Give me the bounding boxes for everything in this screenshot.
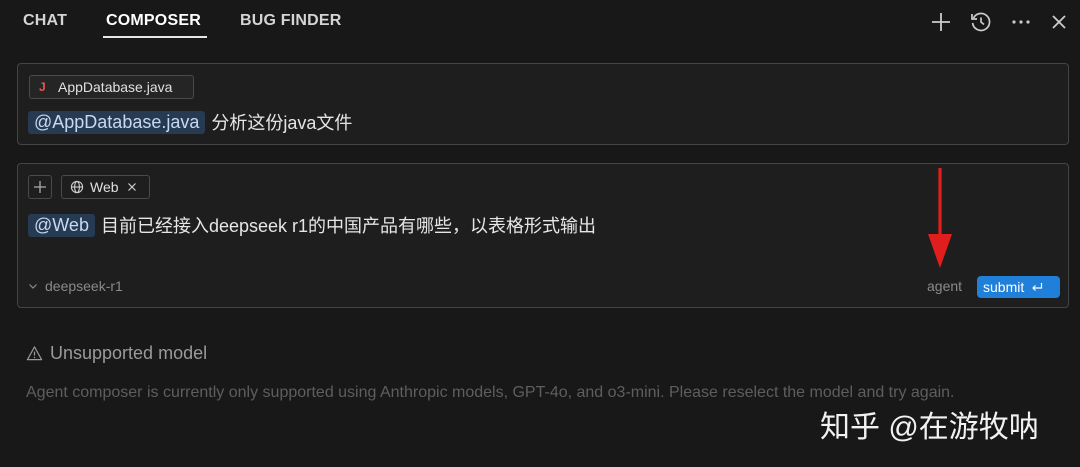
file-chip-label: AppDatabase.java (58, 79, 173, 95)
file-chip[interactable]: J AppDatabase.java (29, 75, 194, 99)
enter-icon (1032, 283, 1043, 291)
more-icon[interactable] (1009, 10, 1033, 34)
file-mention: @AppDatabase.java (28, 110, 206, 134)
previous-prompt: @AppDatabase.java 分析这份java文件 (28, 109, 352, 135)
tab-bar: CHAT COMPOSER BUG FINDER (0, 0, 1080, 44)
prompt-text: 目前已经接入deepseek r1的中国产品有哪些，以表格形式输出 (100, 216, 597, 236)
java-file-icon: J (39, 80, 46, 94)
web-mention: @Web (28, 213, 95, 237)
active-tab-indicator (103, 36, 207, 38)
watermark: 知乎 @在游牧呐 (820, 411, 1039, 444)
web-context-chip[interactable]: Web (61, 175, 150, 199)
remove-chip-icon[interactable] (127, 182, 137, 192)
mode-label[interactable]: agent (927, 278, 962, 294)
previous-prompt-text: 分析这份java文件 (211, 113, 353, 133)
tab-composer[interactable]: COMPOSER (106, 12, 201, 30)
previous-message[interactable]: J AppDatabase.java @AppDatabase.java 分析这… (17, 63, 1069, 145)
submit-label: submit (983, 279, 1025, 295)
model-selector[interactable]: deepseek-r1 (28, 278, 123, 294)
red-arrow-annotation (928, 168, 952, 268)
plus-icon[interactable] (929, 10, 953, 34)
tab-bug-finder[interactable]: BUG FINDER (240, 12, 342, 30)
add-context-button[interactable] (28, 175, 52, 199)
tab-chat[interactable]: CHAT (23, 12, 67, 30)
close-icon[interactable] (1047, 10, 1071, 34)
history-icon[interactable] (969, 10, 993, 34)
web-chip-label: Web (90, 179, 119, 195)
model-name: deepseek-r1 (45, 278, 123, 294)
globe-icon (70, 180, 84, 194)
composer-input-box[interactable]: Web @Web 目前已经接入deepseek r1的中国产品有哪些，以表格形式… (17, 163, 1069, 308)
warning-title-text: Unsupported model (50, 343, 208, 363)
submit-button[interactable]: submit (977, 276, 1060, 298)
chevron-down-icon (29, 284, 37, 289)
prompt-input[interactable]: @Web 目前已经接入deepseek r1的中国产品有哪些，以表格形式输出 (28, 212, 596, 238)
warning-title: Unsupported model (26, 343, 207, 364)
warning-icon (26, 346, 43, 361)
